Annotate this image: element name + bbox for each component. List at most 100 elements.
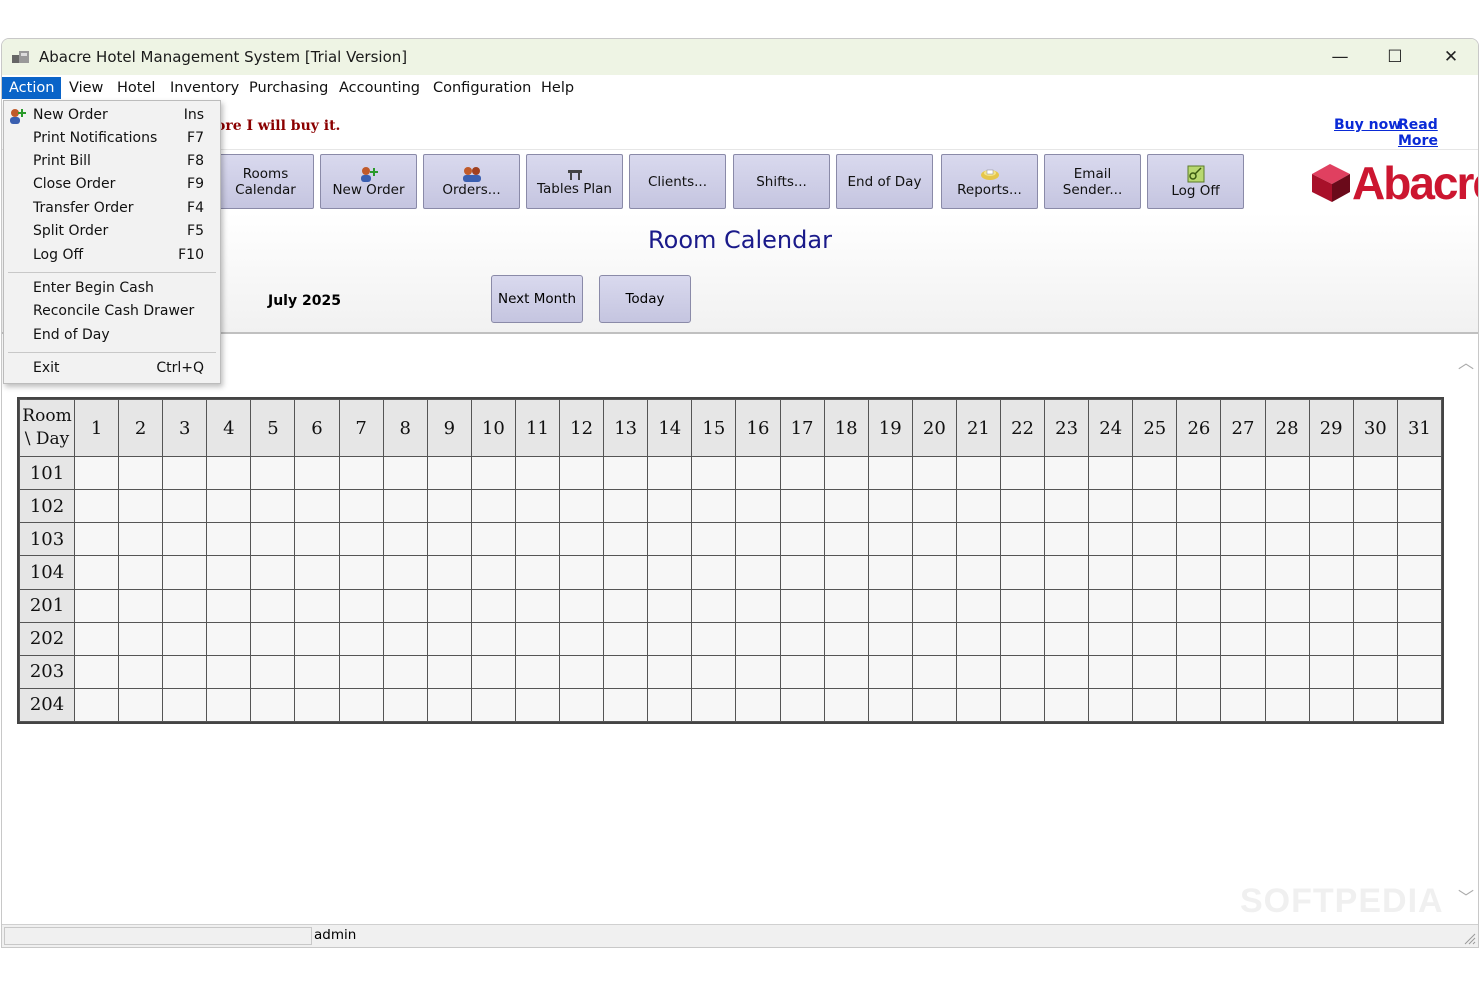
calendar-cell[interactable] <box>470 588 516 623</box>
calendar-cell[interactable] <box>338 621 384 656</box>
calendar-cell[interactable] <box>999 588 1046 623</box>
calendar-cell[interactable] <box>294 555 340 590</box>
calendar-cell[interactable] <box>294 621 340 656</box>
calendar-cell[interactable] <box>1044 489 1090 524</box>
calendar-cell[interactable] <box>250 522 296 557</box>
calendar-cell[interactable] <box>470 555 516 590</box>
calendar-cell[interactable] <box>1176 654 1222 689</box>
calendar-cell[interactable] <box>823 555 869 590</box>
calendar-cell[interactable] <box>1396 621 1443 656</box>
calendar-cell[interactable] <box>823 654 869 689</box>
calendar-cell[interactable] <box>1176 455 1222 491</box>
calendar-cell[interactable] <box>1308 687 1354 723</box>
calendar-cell[interactable] <box>955 654 1001 689</box>
calendar-cell[interactable] <box>250 455 296 491</box>
calendar-cell[interactable] <box>867 654 913 689</box>
calendar-cell[interactable] <box>1308 455 1354 491</box>
calendar-cell[interactable] <box>1264 621 1310 656</box>
calendar-cell[interactable] <box>1088 455 1134 491</box>
calendar-cell[interactable] <box>867 522 913 557</box>
calendar-cell[interactable] <box>1176 489 1222 524</box>
calendar-cell[interactable] <box>735 555 781 590</box>
calendar-cell[interactable] <box>647 489 693 524</box>
calendar-cell[interactable] <box>118 522 164 557</box>
calendar-cell[interactable] <box>1132 455 1178 491</box>
calendar-cell[interactable] <box>1264 555 1310 590</box>
calendar-cell[interactable] <box>691 588 737 623</box>
email-sender-button[interactable]: Email Sender... <box>1044 154 1141 209</box>
calendar-cell[interactable] <box>426 455 472 491</box>
calendar-cell[interactable] <box>823 621 869 656</box>
calendar-cell[interactable] <box>73 522 120 557</box>
calendar-cell[interactable] <box>955 687 1001 723</box>
calendar-cell[interactable] <box>779 455 825 491</box>
calendar-cell[interactable] <box>294 588 340 623</box>
calendar-cell[interactable] <box>118 588 164 623</box>
calendar-cell[interactable] <box>1132 489 1178 524</box>
calendar-cell[interactable] <box>603 489 649 524</box>
calendar-cell[interactable] <box>338 489 384 524</box>
calendar-cell[interactable] <box>250 588 296 623</box>
calendar-cell[interactable] <box>1352 588 1398 623</box>
reports-button[interactable]: Reports... <box>941 154 1038 209</box>
menu-reconcile-cash-drawer[interactable]: Reconcile Cash Drawer <box>4 300 220 323</box>
calendar-cell[interactable] <box>470 687 516 723</box>
calendar-cell[interactable] <box>294 455 340 491</box>
calendar-cell[interactable] <box>911 588 957 623</box>
calendar-cell[interactable] <box>647 588 693 623</box>
calendar-cell[interactable] <box>73 588 120 623</box>
calendar-cell[interactable] <box>382 455 428 491</box>
calendar-cell[interactable] <box>1132 621 1178 656</box>
calendar-cell[interactable] <box>955 455 1001 491</box>
calendar-cell[interactable] <box>1352 687 1398 723</box>
calendar-cell[interactable] <box>73 621 120 656</box>
menu-close-order[interactable]: Close Order F9 <box>4 173 220 196</box>
menu-hotel[interactable]: Hotel <box>110 77 162 99</box>
calendar-cell[interactable] <box>779 687 825 723</box>
calendar-cell[interactable] <box>735 455 781 491</box>
menu-transfer-order[interactable]: Transfer Order F4 <box>4 197 220 220</box>
menu-configuration[interactable]: Configuration <box>426 77 538 99</box>
calendar-cell[interactable] <box>514 455 561 491</box>
calendar-cell[interactable] <box>250 489 296 524</box>
menu-print-notifications[interactable]: Print Notifications F7 <box>4 127 220 150</box>
calendar-cell[interactable] <box>779 621 825 656</box>
calendar-cell[interactable] <box>470 654 516 689</box>
calendar-cell[interactable] <box>735 522 781 557</box>
calendar-cell[interactable] <box>1176 687 1222 723</box>
calendar-cell[interactable] <box>382 522 428 557</box>
read-more-link[interactable]: Read More <box>1398 117 1478 149</box>
calendar-cell[interactable] <box>338 555 384 590</box>
calendar-cell[interactable] <box>1088 555 1134 590</box>
close-button[interactable]: ✕ <box>1423 39 1478 75</box>
calendar-cell[interactable] <box>1396 588 1443 623</box>
menu-split-order[interactable]: Split Order F5 <box>4 220 220 243</box>
menu-inventory[interactable]: Inventory <box>163 77 246 99</box>
calendar-cell[interactable] <box>911 621 957 656</box>
calendar-cell[interactable] <box>603 621 649 656</box>
calendar-cell[interactable] <box>1044 555 1090 590</box>
calendar-cell[interactable] <box>206 489 252 524</box>
calendar-cell[interactable] <box>867 555 913 590</box>
calendar-cell[interactable] <box>514 654 561 689</box>
calendar-cell[interactable] <box>162 654 208 689</box>
calendar-cell[interactable] <box>647 522 693 557</box>
calendar-cell[interactable] <box>779 555 825 590</box>
calendar-cell[interactable] <box>911 455 957 491</box>
calendar-cell[interactable] <box>206 588 252 623</box>
calendar-cell[interactable] <box>1220 455 1266 491</box>
menu-print-bill[interactable]: Print Bill F8 <box>4 150 220 173</box>
calendar-cell[interactable] <box>1396 455 1443 491</box>
calendar-cell[interactable] <box>1132 555 1178 590</box>
calendar-cell[interactable] <box>603 588 649 623</box>
calendar-cell[interactable] <box>118 621 164 656</box>
maximize-button[interactable]: ☐ <box>1367 39 1423 75</box>
calendar-cell[interactable] <box>338 654 384 689</box>
calendar-cell[interactable] <box>514 489 561 524</box>
calendar-cell[interactable] <box>1220 489 1266 524</box>
calendar-cell[interactable] <box>823 687 869 723</box>
calendar-cell[interactable] <box>382 654 428 689</box>
calendar-cell[interactable] <box>470 455 516 491</box>
calendar-cell[interactable] <box>867 455 913 491</box>
calendar-cell[interactable] <box>514 588 561 623</box>
